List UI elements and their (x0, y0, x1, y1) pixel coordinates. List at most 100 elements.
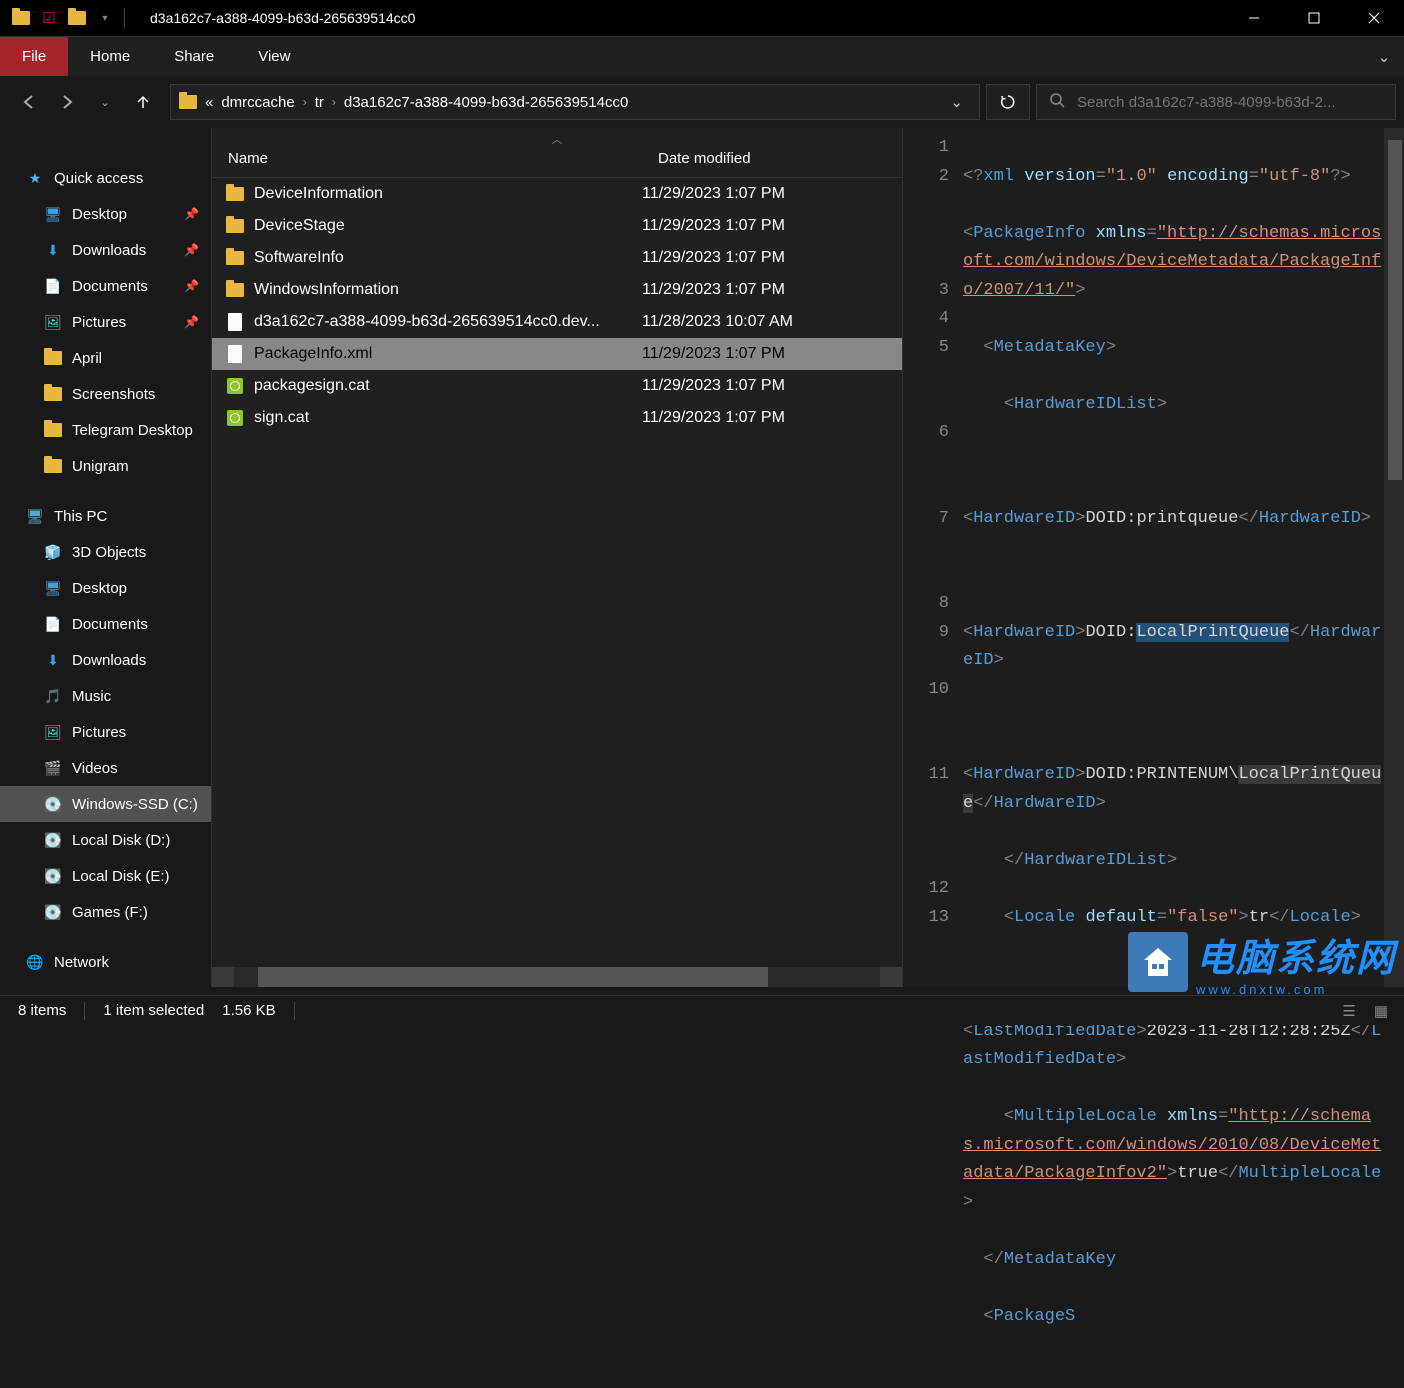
address-bar[interactable]: « dmrccache › tr › d3a162c7-a388-4099-b6… (170, 84, 980, 120)
file-row[interactable]: d3a162c7-a388-4099-b63d-265639514cc0.dev… (212, 306, 902, 338)
download-icon: ⬇ (44, 241, 62, 259)
status-selection: 1 item selected (103, 1002, 204, 1019)
file-date: 11/29/2023 1:07 PM (642, 185, 902, 203)
network-section[interactable]: 🌐Network (0, 944, 211, 980)
forward-button[interactable] (56, 91, 78, 113)
window-title: d3a162c7-a388-4099-b63d-265639514cc0 (150, 10, 415, 26)
file-row[interactable]: DeviceInformation11/29/2023 1:07 PM (212, 178, 902, 210)
column-header-date[interactable]: Date modified (642, 150, 902, 167)
sidebar-item-telegram[interactable]: Telegram Desktop (0, 412, 211, 448)
desktop-icon: 🖥 (44, 579, 62, 597)
search-box[interactable] (1036, 84, 1396, 120)
back-button[interactable] (18, 91, 40, 113)
sidebar-item-downloads-pc[interactable]: ⬇Downloads (0, 642, 211, 678)
chevron-right-icon[interactable]: › (303, 95, 307, 109)
vertical-scrollbar[interactable] (1384, 128, 1404, 987)
horizontal-scrollbar[interactable] (212, 967, 902, 987)
file-row[interactable]: packagesign.cat11/29/2023 1:07 PM (212, 370, 902, 402)
file-row[interactable]: sign.cat11/29/2023 1:07 PM (212, 402, 902, 434)
recent-dropdown-icon[interactable]: ⌄ (94, 91, 116, 113)
cube-icon: 🧊 (44, 543, 62, 561)
chevron-right-icon[interactable]: › (332, 95, 336, 109)
sidebar-item-documents-pc[interactable]: 📄Documents (0, 606, 211, 642)
file-date: 11/29/2023 1:07 PM (642, 377, 902, 395)
tab-share[interactable]: Share (152, 37, 236, 76)
maximize-button[interactable] (1284, 0, 1344, 36)
qat-properties-icon[interactable]: ☑ (36, 5, 62, 31)
tab-file[interactable]: File (0, 37, 68, 76)
navigation-pane: ★Quick access 🖥Desktop📌 ⬇Downloads📌 📄Doc… (0, 128, 212, 987)
scroll-right-icon[interactable] (880, 967, 902, 987)
file-row[interactable]: SoftwareInfo11/29/2023 1:07 PM (212, 242, 902, 274)
desktop-icon: 🖥 (44, 205, 62, 223)
this-pc-section[interactable]: 🖥 This PC (0, 498, 211, 534)
titlebar: ☑ ▾ d3a162c7-a388-4099-b63d-265639514cc0 (0, 0, 1404, 36)
column-header-name[interactable]: Name (212, 150, 642, 167)
status-size: 1.56 KB (222, 1002, 275, 1019)
layout-thumbnails-icon[interactable]: ▦ (1366, 999, 1396, 1023)
sidebar-item-april[interactable]: April (0, 340, 211, 376)
sidebar-item-drive-f[interactable]: 💽Games (F:) (0, 894, 211, 930)
breadcrumb-item[interactable]: tr (315, 94, 324, 111)
file-row[interactable]: PackageInfo.xml11/29/2023 1:07 PM (212, 338, 902, 370)
catalog-icon (224, 407, 246, 429)
file-date: 11/29/2023 1:07 PM (642, 217, 902, 235)
file-date: 11/28/2023 10:07 AM (642, 313, 902, 331)
network-label: Network (54, 954, 109, 971)
minimize-button[interactable] (1224, 0, 1284, 36)
collapse-chevron-icon[interactable]: ︿ (552, 131, 563, 147)
tab-view[interactable]: View (236, 37, 312, 76)
sidebar-item-downloads[interactable]: ⬇Downloads📌 (0, 232, 211, 268)
sidebar-item-3dobjects[interactable]: 🧊3D Objects (0, 534, 211, 570)
sidebar-item-music[interactable]: 🎵Music (0, 678, 211, 714)
sidebar-item-videos[interactable]: 🎬Videos (0, 750, 211, 786)
file-row[interactable]: WindowsInformation11/29/2023 1:07 PM (212, 274, 902, 306)
sidebar-item-pictures[interactable]: 🖼Pictures📌 (0, 304, 211, 340)
sidebar-item-pictures-pc[interactable]: 🖼Pictures (0, 714, 211, 750)
layout-details-icon[interactable]: ☰ (1334, 999, 1364, 1023)
breadcrumb-overflow[interactable]: « (205, 94, 213, 111)
documents-icon: 📄 (44, 615, 62, 633)
file-date: 11/29/2023 1:07 PM (642, 409, 902, 427)
scrollbar-thumb[interactable] (1388, 140, 1402, 480)
scroll-left-icon[interactable] (212, 967, 234, 987)
quick-access-section[interactable]: ★Quick access (0, 160, 211, 196)
file-icon (224, 343, 246, 365)
sidebar-item-desktop-pc[interactable]: 🖥Desktop (0, 570, 211, 606)
file-name: PackageInfo.xml (254, 345, 642, 363)
pictures-icon: 🖼 (44, 313, 62, 331)
file-name: WindowsInformation (254, 281, 642, 299)
sidebar-item-drive-e[interactable]: 💽Local Disk (E:) (0, 858, 211, 894)
file-name: DeviceStage (254, 217, 642, 235)
ribbon-expand-icon[interactable]: ⌄ (1364, 37, 1404, 76)
search-input[interactable] (1077, 94, 1383, 111)
sidebar-item-documents[interactable]: 📄Documents📌 (0, 268, 211, 304)
search-icon (1049, 92, 1065, 112)
sidebar-item-drive-d[interactable]: 💽Local Disk (D:) (0, 822, 211, 858)
file-row[interactable]: DeviceStage11/29/2023 1:07 PM (212, 210, 902, 242)
sidebar-item-desktop[interactable]: 🖥Desktop📌 (0, 196, 211, 232)
sidebar-item-unigram[interactable]: Unigram (0, 448, 211, 484)
breadcrumb-item[interactable]: d3a162c7-a388-4099-b63d-265639514cc0 (344, 94, 628, 111)
pc-icon: 🖥 (26, 507, 44, 525)
qat-newfolder-icon[interactable] (64, 5, 90, 31)
code-preview: <?xml version="1.0" encoding="utf-8"?> <… (963, 128, 1384, 987)
tab-home[interactable]: Home (68, 37, 152, 76)
sidebar-item-drive-c[interactable]: 💽Windows-SSD (C:) (0, 786, 211, 822)
qat-dropdown-icon[interactable]: ▾ (92, 5, 118, 31)
this-pc-label: This PC (54, 508, 107, 525)
preview-pane: 12 345 6 7 89 10 11 1213 <?xml version="… (902, 128, 1404, 987)
scrollbar-thumb[interactable] (258, 967, 768, 987)
sidebar-item-screenshots[interactable]: Screenshots (0, 376, 211, 412)
refresh-button[interactable] (986, 84, 1030, 120)
close-button[interactable] (1344, 0, 1404, 36)
breadcrumb-item[interactable]: dmrccache (221, 94, 294, 111)
pin-icon: 📌 (184, 207, 199, 221)
up-button[interactable] (132, 91, 154, 113)
address-row: ⌄ « dmrccache › tr › d3a162c7-a388-4099-… (0, 76, 1404, 128)
folder-icon (44, 423, 62, 437)
ribbon-tabs: File Home Share View ⌄ (0, 36, 1404, 76)
address-history-icon[interactable]: ⌄ (942, 93, 971, 111)
folder-icon (224, 279, 246, 301)
pin-icon: 📌 (184, 243, 199, 257)
